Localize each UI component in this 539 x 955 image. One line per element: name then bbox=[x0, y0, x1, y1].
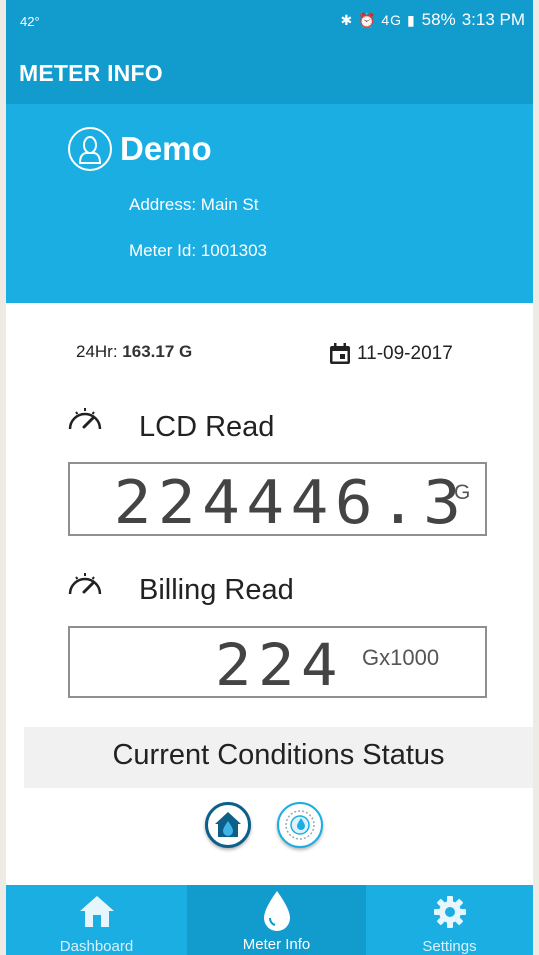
usage-24hr-label: 24Hr: bbox=[76, 342, 123, 361]
status-icons-group: ✱ ⏰ 4G ▮ 58% 3:13 PM bbox=[340, 10, 525, 30]
page-title: METER INFO bbox=[19, 60, 163, 86]
date-text: 11-09-2017 bbox=[357, 343, 453, 364]
system-status-bar: 42° ✱ ⏰ 4G ▮ 58% 3:13 PM bbox=[6, 0, 533, 44]
billing-read-display: 224 Gx1000 bbox=[68, 626, 487, 699]
battery-percent: 58% bbox=[421, 10, 456, 29]
calendar-icon bbox=[330, 343, 350, 364]
billing-read-label: Billing Read bbox=[139, 574, 294, 606]
usage-24hr-value: 163.17 G bbox=[122, 342, 193, 361]
date-display[interactable]: 11-09-2017 bbox=[329, 343, 453, 365]
billing-read-unit: Gx1000 bbox=[362, 645, 440, 670]
lcd-read-value: 224446.3 bbox=[113, 468, 468, 538]
nav-dashboard[interactable]: Dashboard bbox=[6, 885, 187, 955]
water-drop-icon bbox=[263, 891, 290, 931]
status-icons: ✱ ⏰ 4G ▮ bbox=[340, 11, 416, 28]
home-icon bbox=[79, 896, 114, 927]
usage-24hr: 24Hr: 163.17 G bbox=[76, 342, 192, 362]
home-water-status-button[interactable] bbox=[205, 802, 251, 848]
lcd-read-label: LCD Read bbox=[139, 411, 275, 443]
app-bar: METER INFO bbox=[6, 44, 533, 104]
meter-dial-status-button[interactable] bbox=[277, 802, 323, 848]
user-icon bbox=[68, 127, 112, 171]
clock: 3:13 PM bbox=[461, 10, 525, 29]
account-address: Address: Main St bbox=[129, 195, 259, 214]
meter-dial-icon bbox=[285, 810, 315, 840]
meter-id: Meter Id: 1001303 bbox=[129, 241, 267, 260]
conditions-title: Current Conditions Status bbox=[112, 739, 445, 771]
gauge-icon bbox=[68, 573, 102, 595]
nav-dashboard-label: Dashboard bbox=[59, 938, 134, 955]
account-header: Demo Address: Main St Meter Id: 1001303 bbox=[6, 104, 533, 303]
bottom-navigation: Dashboard Meter Info Settings bbox=[6, 885, 533, 955]
lcd-read-display: 224446.3 G bbox=[68, 462, 487, 538]
nav-settings-label: Settings bbox=[422, 938, 477, 955]
nav-meter-info[interactable]: Meter Info bbox=[187, 885, 366, 955]
conditions-header: Current Conditions Status bbox=[24, 727, 533, 788]
gear-icon bbox=[433, 896, 466, 928]
billing-read-value: 224 bbox=[214, 631, 344, 699]
account-name: Demo bbox=[120, 130, 212, 167]
nav-settings[interactable]: Settings bbox=[366, 885, 533, 955]
lcd-read-unit: G bbox=[454, 481, 471, 504]
home-water-icon bbox=[215, 812, 241, 837]
gauge-icon bbox=[68, 408, 102, 430]
temperature-indicator: 42° bbox=[20, 14, 40, 29]
phone-screen: 42° ✱ ⏰ 4G ▮ 58% 3:13 PM METER INFO Demo… bbox=[6, 0, 533, 955]
nav-meter-info-label: Meter Info bbox=[242, 936, 311, 953]
